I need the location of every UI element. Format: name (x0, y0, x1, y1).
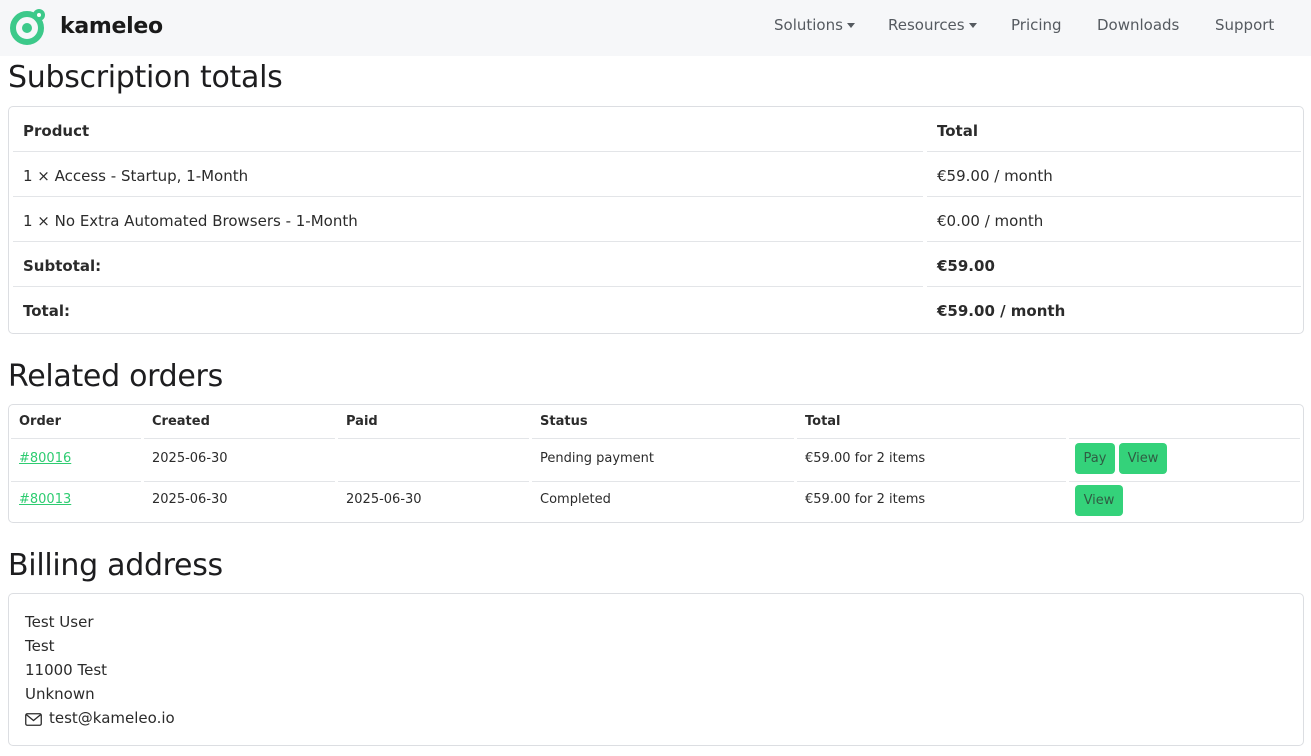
order-paid: 2025-06-30 (346, 492, 422, 507)
nav-solutions-label: Solutions (774, 16, 843, 34)
nav-resources[interactable]: Resources (888, 16, 977, 34)
address-country: Unknown (25, 685, 95, 703)
table-row: 1 × Access - Startup, 1-Month €59.00 / m… (13, 154, 1301, 199)
order-created: 2025-06-30 (144, 441, 335, 482)
total-row: Total: €59.00 / month (13, 289, 1299, 334)
caret-down-icon (968, 22, 977, 28)
subtotal-row: Subtotal: €59.00 (13, 244, 1301, 289)
kameleo-logo-icon (10, 9, 45, 45)
address-line: Test (25, 637, 55, 655)
order-status: Pending payment (532, 441, 794, 482)
order-number-cell: #80013 (11, 483, 141, 521)
nav-pricing-label: Pricing (1011, 16, 1062, 34)
column-header-status: Status (532, 407, 794, 439)
nav-support-label: Support (1215, 16, 1275, 34)
pay-button[interactable]: Pay (1075, 443, 1115, 474)
brand-name: kameleo (60, 13, 163, 39)
column-header-order: Order (11, 407, 141, 439)
column-header-paid: Paid (338, 407, 529, 439)
product-name: 1 × No Extra Automated Browsers - 1-Mont… (13, 199, 923, 242)
nav-solutions[interactable]: Solutions (774, 16, 855, 34)
column-header-created: Created (144, 407, 335, 439)
billing-address-card: Test User Test 11000 Test Unknown test@k… (8, 593, 1304, 746)
order-created: 2025-06-30 (152, 492, 228, 507)
subtotal-label: Subtotal: (13, 244, 923, 287)
order-link[interactable]: #80016 (19, 451, 71, 466)
brand-link[interactable]: kameleo (8, 7, 163, 45)
product-total: €0.00 / month (927, 199, 1301, 242)
related-orders-table: Order Created Paid Status Total #80016 2… (8, 404, 1304, 523)
nav-downloads-label: Downloads (1097, 16, 1180, 34)
product-name: 1 × Access - Startup, 1-Month (13, 154, 923, 197)
subscription-totals-table: Product Total 1 × Access - Startup, 1-Mo… (8, 106, 1304, 334)
order-actions: View (1069, 483, 1300, 521)
table-header-row: Product Total (13, 109, 1301, 154)
address-line: 11000 Test (25, 661, 108, 679)
order-total: €59.00 for 2 items (797, 441, 1066, 482)
view-order-button[interactable]: View (1075, 485, 1123, 516)
nav-pricing[interactable]: Pricing (1011, 16, 1062, 34)
nav-downloads[interactable]: Downloads (1097, 16, 1179, 34)
order-number-cell: #80016 (11, 441, 141, 482)
order-total: €59.00 for 2 items (805, 492, 926, 507)
column-header-total: Total (797, 407, 1066, 439)
nav-support[interactable]: Support (1215, 16, 1274, 34)
top-navbar: kameleo Solutions Resources Pricing Down… (0, 0, 1311, 56)
billing-email: test@kameleo.io (49, 709, 175, 727)
order-actions: Pay View (1069, 441, 1300, 482)
address-name: Test User (25, 613, 94, 631)
order-status: Completed (540, 492, 611, 507)
column-header-product: Product (13, 109, 923, 152)
related-orders-heading: Related orders (8, 359, 223, 394)
subscription-totals-heading: Subscription totals (8, 60, 283, 95)
view-order-button[interactable]: View (1119, 443, 1167, 474)
billing-address-heading: Billing address (8, 548, 223, 583)
product-total: €59.00 / month (927, 154, 1301, 197)
column-header-actions (1069, 407, 1300, 439)
nav-resources-label: Resources (888, 16, 965, 34)
order-link[interactable]: #80013 (19, 492, 71, 507)
order-paid (338, 441, 529, 482)
envelope-icon (25, 713, 42, 726)
subtotal-value: €59.00 (927, 244, 1301, 287)
caret-down-icon (846, 22, 855, 28)
total-label: Total: (23, 302, 70, 320)
total-value: €59.00 / month (937, 302, 1066, 320)
table-row: 1 × No Extra Automated Browsers - 1-Mont… (13, 199, 1301, 244)
column-header-total: Total (927, 109, 1301, 152)
